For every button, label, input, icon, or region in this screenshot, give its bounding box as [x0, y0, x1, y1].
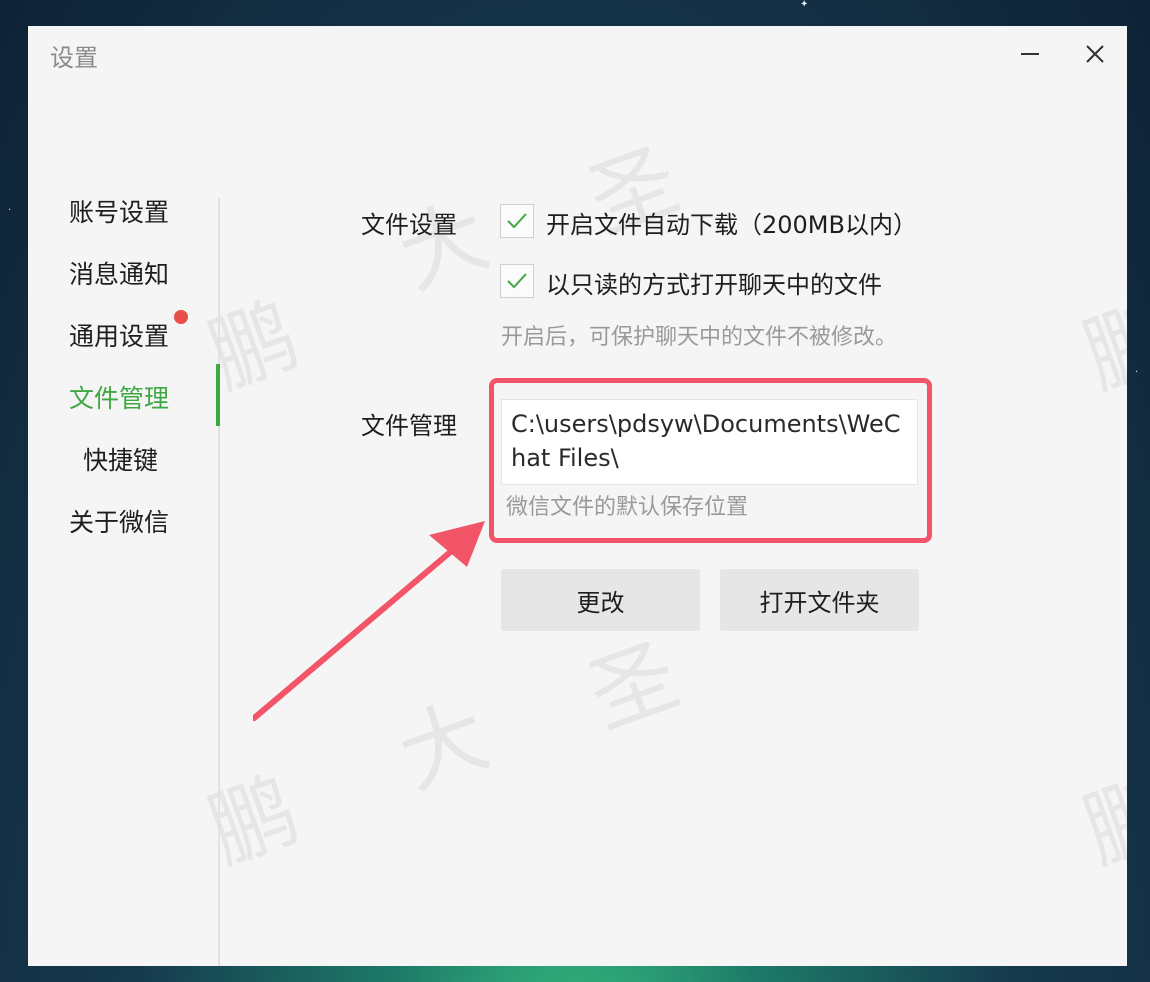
sidebar-item-general[interactable]: 通用设置 [69, 317, 169, 353]
file-settings-label: 文件设置 [361, 211, 457, 239]
open-folder-button[interactable]: 打开文件夹 [720, 569, 919, 631]
star-decoration: · [8, 205, 12, 216]
sidebar-item-account[interactable]: 账号设置 [69, 193, 169, 229]
sidebar-item-about[interactable]: 关于微信 [69, 503, 169, 539]
save-path-hint: 微信文件的默认保存位置 [506, 495, 749, 520]
minimize-button[interactable] [1010, 34, 1050, 74]
read-only-hint: 开启后，可保护聊天中的文件不被修改。 [501, 325, 898, 350]
sidebar-item-notifications[interactable]: 消息通知 [69, 255, 169, 291]
auto-download-checkbox[interactable] [500, 204, 534, 238]
read-only-checkbox[interactable] [500, 264, 534, 298]
close-icon [1086, 45, 1104, 63]
annotation-arrow-icon [253, 521, 485, 721]
window-title: 设置 [50, 44, 98, 72]
sidebar-item-shortcuts[interactable]: 快捷键 [83, 441, 158, 477]
star-decoration: ✦ [800, 0, 809, 10]
watermark-char: 鹏 [196, 284, 312, 409]
watermark-char: 鹏 [1071, 759, 1127, 884]
checkmark-icon [507, 273, 527, 289]
watermark-char: 鹏 [196, 759, 312, 884]
close-button[interactable] [1075, 34, 1115, 74]
checkmark-icon [507, 213, 527, 229]
change-button[interactable]: 更改 [501, 569, 700, 631]
minimize-icon [1021, 53, 1039, 55]
settings-window: 鹏 大 圣 鹏 大 圣 鹏 鹏 设置 账号设置 消息通知 通用设置 文件管理 快… [28, 26, 1127, 966]
read-only-label: 以只读的方式打开聊天中的文件 [546, 271, 882, 299]
watermark-char: 鹏 [1071, 284, 1127, 409]
save-path-field[interactable]: C:\users\pdsyw\Documents\WeChat Files\ [501, 399, 918, 485]
active-indicator [216, 364, 220, 426]
notification-badge [174, 310, 188, 324]
auto-download-label: 开启文件自动下载（200MB以内） [546, 211, 917, 239]
sidebar-divider [218, 198, 220, 966]
watermark-char: 大 [386, 684, 502, 809]
sidebar-item-file-management[interactable]: 文件管理 [69, 379, 169, 415]
file-management-label: 文件管理 [361, 412, 457, 440]
star-decoration: · [1135, 367, 1139, 378]
